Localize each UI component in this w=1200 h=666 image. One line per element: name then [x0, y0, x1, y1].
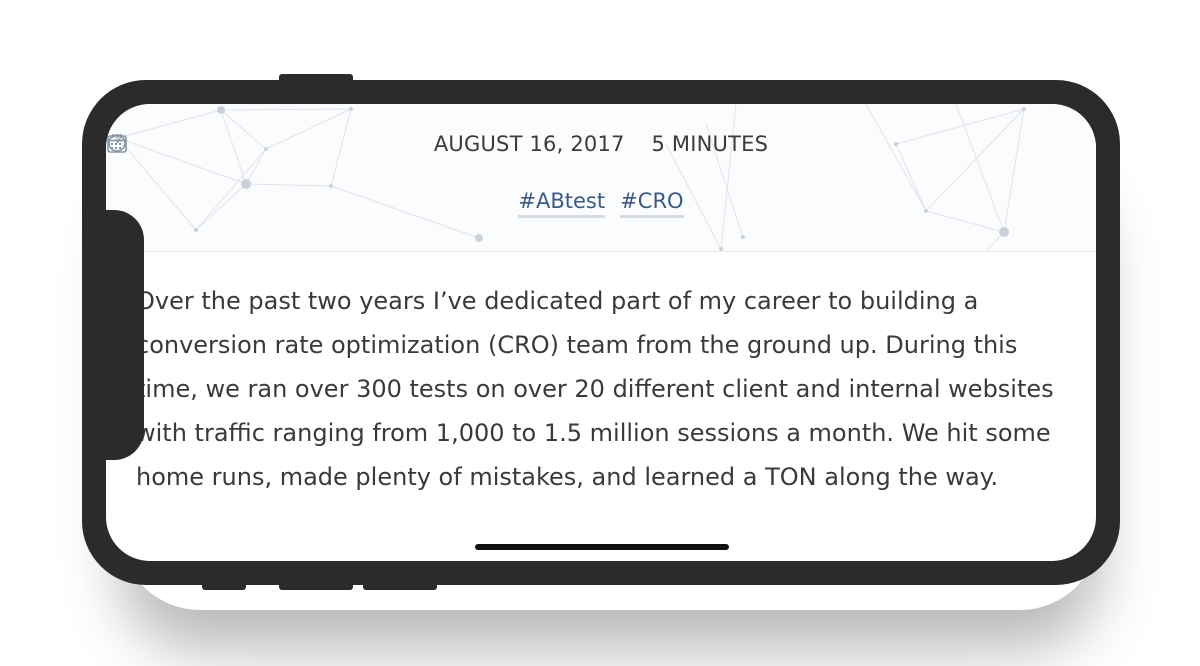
- post-date-text: AUGUST 16, 2017: [433, 132, 625, 156]
- post-read-time: 5 MINUTES: [108, 132, 769, 156]
- post-meta: AUGUST 16, 2017 5 MINUTES: [106, 132, 1096, 156]
- phone-notch: [106, 210, 144, 460]
- tag-cro[interactable]: #CRO: [620, 188, 684, 218]
- home-indicator[interactable]: [475, 544, 729, 550]
- post-tags: #ABtest #CRO: [106, 188, 1096, 218]
- post-paragraph: Over the past two years I’ve dedicated p…: [136, 287, 1054, 491]
- phone-frame: AUGUST 16, 2017 5 MINUTES #ABtest #CRO O…: [82, 80, 1120, 585]
- clock-icon: [108, 134, 126, 152]
- post-date: AUGUST 16, 2017: [107, 132, 625, 156]
- network-background: [115, 104, 1026, 251]
- phone-screen: AUGUST 16, 2017 5 MINUTES #ABtest #CRO O…: [106, 104, 1096, 561]
- tag-abtest[interactable]: #ABtest: [518, 188, 606, 218]
- post-read-time-text: 5 MINUTES: [651, 132, 769, 156]
- post-header: AUGUST 16, 2017 5 MINUTES #ABtest #CRO: [106, 104, 1096, 252]
